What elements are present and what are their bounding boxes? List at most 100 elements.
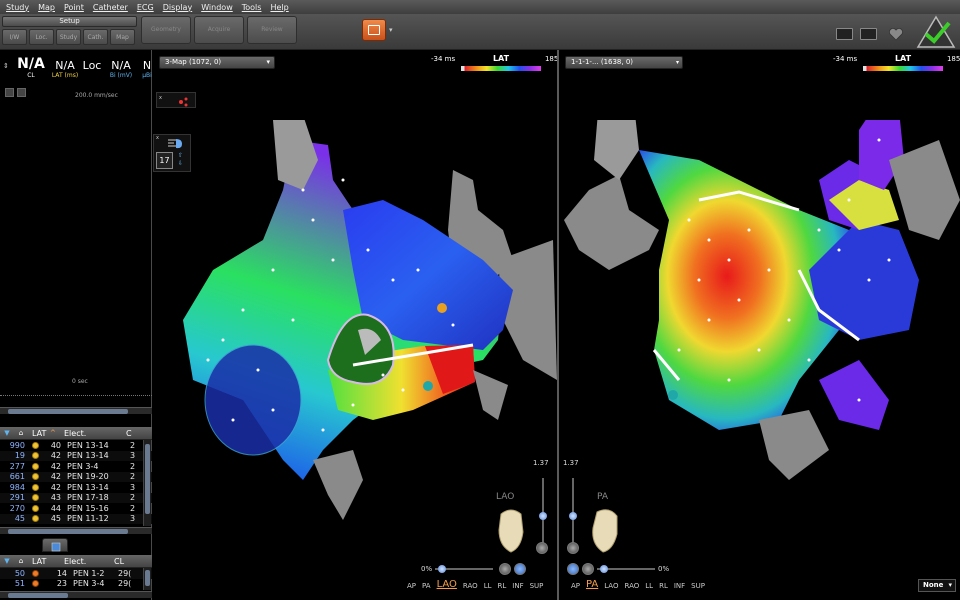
review-button[interactable]: Review [247, 16, 297, 44]
tag-icon[interactable]: ⌂ [14, 557, 28, 565]
filter-icon[interactable]: ▼ [0, 429, 14, 437]
view-inf[interactable]: INF [512, 582, 523, 590]
col-lat[interactable]: LAT [28, 429, 50, 438]
setup-cath-button[interactable]: Cath. [83, 29, 108, 45]
map-viewport-right[interactable]: 1-1-1-... (1638, 0) ▾ -34 ms LAT 185 ms [559, 50, 960, 600]
menu-tools[interactable]: Tools [242, 3, 262, 12]
table-row[interactable]: 990 40 PEN 13-14 2 [0, 440, 152, 451]
col-lat[interactable]: LAT [28, 557, 60, 566]
menu-help[interactable]: Help [270, 3, 288, 12]
signal-scrollbar[interactable] [0, 407, 152, 414]
table-row[interactable]: 277 42 PEN 3-4 2 [0, 461, 152, 472]
view-lao[interactable]: LAO [437, 579, 457, 590]
view-lao[interactable]: LAO [604, 582, 618, 590]
table-row[interactable]: 661 42 PEN 19-20 2 [0, 471, 152, 482]
table-row[interactable]: 291 43 PEN 17-18 2 [0, 492, 152, 503]
chevron-down-icon[interactable]: ▾ [389, 26, 393, 34]
table-row[interactable]: 270 44 PEN 15-16 2 [0, 503, 152, 514]
heart-orientation-icon[interactable] [589, 508, 621, 554]
recorder-icon[interactable] [860, 28, 877, 40]
sort-asc-icon[interactable]: ^ [50, 429, 60, 437]
scroll-thumb[interactable] [8, 529, 128, 534]
col-c[interactable]: C [126, 429, 138, 438]
view-sup[interactable]: SUP [691, 582, 705, 590]
menu-point[interactable]: Point [64, 3, 84, 12]
col-cl[interactable]: CL [114, 557, 134, 566]
setup-iw-button[interactable]: I/W [2, 29, 27, 45]
scroll-thumb[interactable] [145, 570, 150, 586]
table-row[interactable]: 984 42 PEN 13-14 3 [0, 482, 152, 493]
lesion-tab-button[interactable] [42, 538, 68, 552]
table-row[interactable]: 19 42 PEN 13-14 3 [0, 450, 152, 461]
heart-orientation-icon[interactable] [495, 508, 527, 554]
view-inf[interactable]: INF [674, 582, 685, 590]
screenshot-button[interactable] [362, 19, 386, 41]
status-check-icon[interactable] [916, 15, 956, 49]
lat-map-3d-right[interactable] [559, 120, 960, 570]
zoom-slider[interactable] [435, 565, 494, 573]
rotate-button[interactable] [582, 563, 594, 575]
orientation-label: LAO [496, 492, 515, 502]
point-tool[interactable]: x [156, 92, 196, 108]
table-row[interactable]: 45 45 PEN 11-12 3 [0, 513, 152, 524]
menu-ecg[interactable]: ECG [137, 3, 154, 12]
view-sup[interactable]: SUP [530, 582, 544, 590]
tag-icon[interactable]: ⌂ [14, 429, 28, 437]
map-select-left[interactable]: 3-Map (1072, 0) ▾ [159, 56, 275, 69]
scroll-thumb[interactable] [8, 409, 128, 414]
filter-icon[interactable]: ▼ [0, 557, 14, 565]
slider-knob[interactable] [438, 565, 447, 573]
view-rl[interactable]: RL [659, 582, 668, 590]
heart-icon[interactable] [888, 27, 904, 41]
map-viewport-left[interactable]: 3-Map (1072, 0)▾ -34 ms LAT 185 ms x x 1… [153, 50, 571, 600]
view-pa[interactable]: PA [422, 582, 431, 590]
point-table-hscroll[interactable] [0, 527, 152, 534]
row-c: 3 [130, 482, 136, 492]
slider-knob[interactable] [600, 565, 608, 573]
reset-view-button[interactable] [536, 542, 548, 554]
menu-map[interactable]: Map [38, 3, 55, 12]
map-select-right[interactable]: 1-1-1-... (1638, 0) ▾ [565, 56, 683, 69]
scroll-thumb[interactable] [8, 593, 68, 598]
reset-view-button[interactable] [567, 542, 579, 554]
col-elect[interactable]: Elect. [60, 429, 126, 438]
setup-tab[interactable]: Setup [2, 16, 137, 27]
point-table-vscroll[interactable] [143, 440, 151, 526]
view-ap[interactable]: AP [407, 582, 416, 590]
view-ap[interactable]: AP [571, 582, 580, 590]
acquire-button[interactable]: Acquire [194, 16, 244, 44]
col-elect[interactable]: Elect. [60, 557, 114, 566]
view-ll[interactable]: LL [484, 582, 492, 590]
slider-knob[interactable] [569, 512, 577, 520]
view-rao[interactable]: RAO [463, 582, 478, 590]
fit-view-button[interactable] [567, 563, 579, 575]
menu-window[interactable]: Window [201, 3, 233, 12]
lesion-table-hscroll[interactable] [0, 591, 152, 598]
monitor-icon[interactable] [836, 28, 853, 40]
setup-map-button[interactable]: Map [110, 29, 135, 45]
setup-loc-button[interactable]: Loc. [29, 29, 54, 45]
setup-study-button[interactable]: Study [56, 29, 81, 45]
view-pa[interactable]: PA [586, 579, 598, 590]
settings-icon[interactable] [17, 88, 26, 97]
view-rao[interactable]: RAO [625, 582, 640, 590]
menu-display[interactable]: Display [163, 3, 193, 12]
scroll-thumb[interactable] [145, 444, 150, 514]
zoom-slider[interactable] [597, 565, 655, 573]
row-c: 2 [130, 472, 136, 482]
lesion-table-vscroll[interactable] [143, 568, 151, 590]
view-rl[interactable]: RL [498, 582, 507, 590]
menu-catheter[interactable]: Catheter [93, 3, 128, 12]
view-ll[interactable]: LL [645, 582, 653, 590]
pause-icon[interactable] [5, 88, 14, 97]
geometry-button[interactable]: Geometry [141, 16, 191, 44]
row-id: 661 [9, 472, 25, 482]
table-row[interactable]: 51 23 PEN 3-4 29( [0, 579, 152, 590]
rotate-button[interactable] [499, 563, 512, 575]
readout-expand-icon[interactable]: ⇕ [3, 62, 9, 70]
display-mode-select[interactable]: None ▾ [918, 579, 956, 592]
slider-knob[interactable] [539, 512, 547, 520]
menu-study[interactable]: Study [6, 3, 29, 12]
fit-view-button[interactable] [514, 563, 527, 575]
table-row[interactable]: 50 14 PEN 1-2 29( [0, 568, 152, 579]
